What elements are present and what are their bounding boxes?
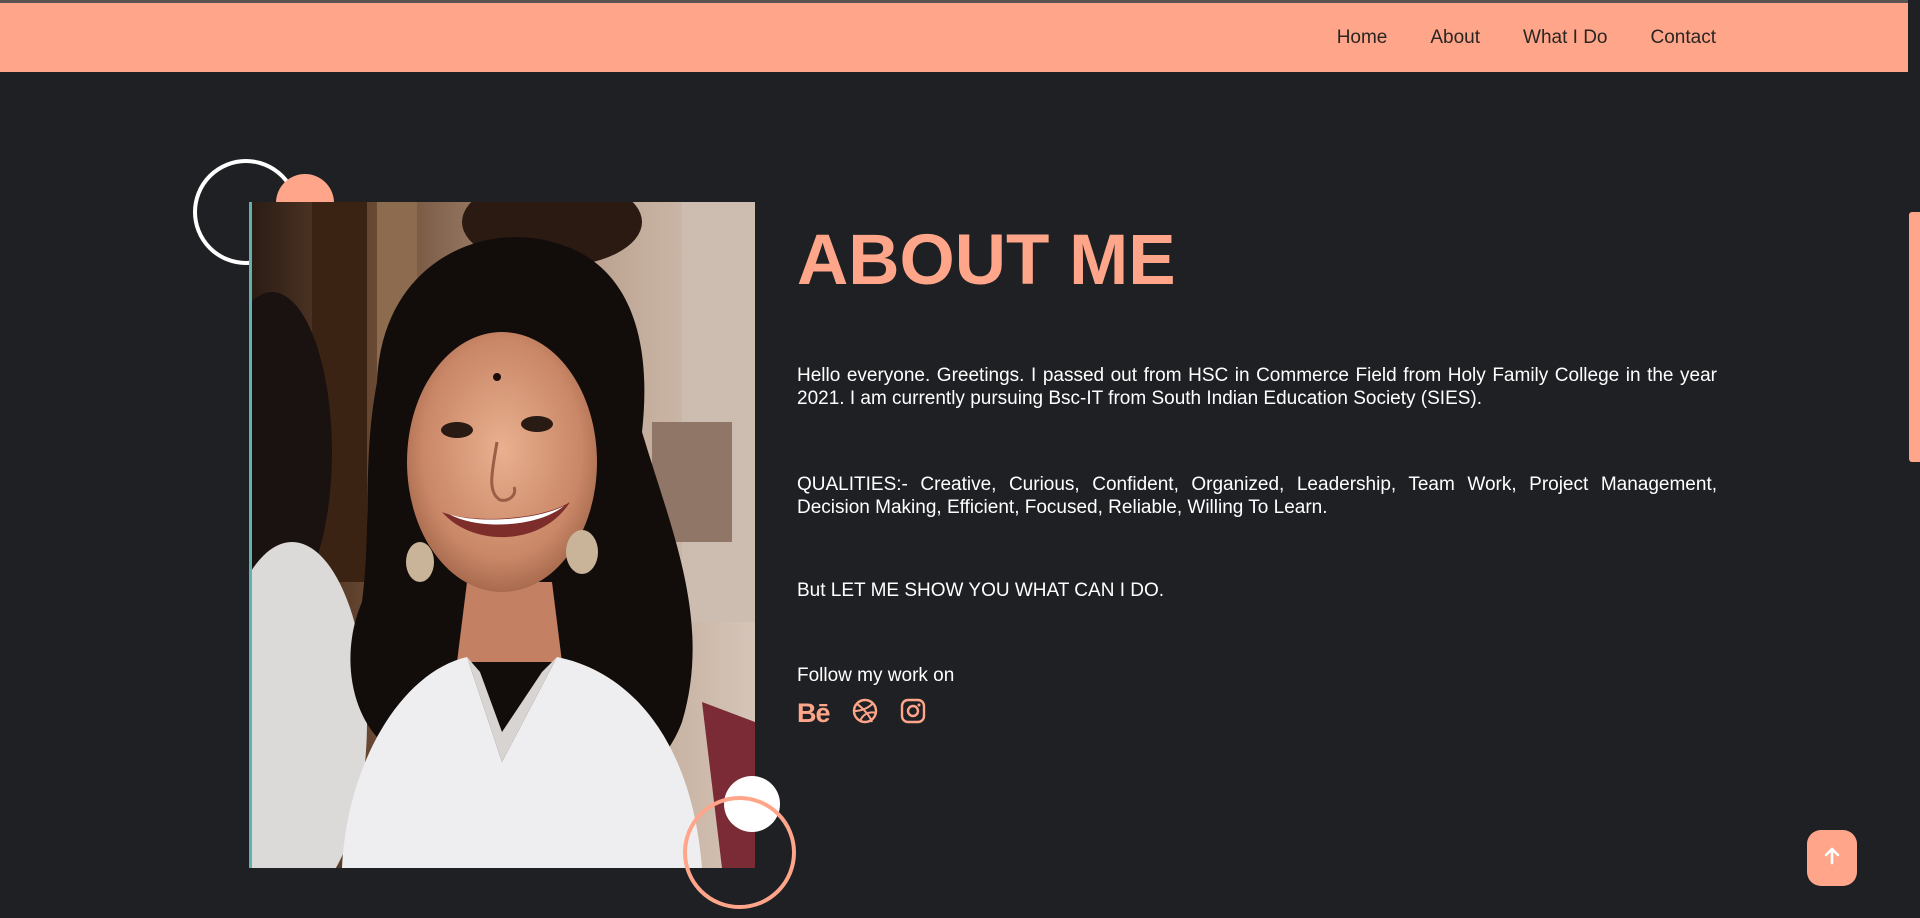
scrollbar-thumb[interactable]	[1909, 212, 1920, 462]
behance-link[interactable]: Bē	[797, 698, 831, 729]
nav-what-i-do-link[interactable]: What I Do	[1523, 27, 1607, 49]
nav-home-link[interactable]: Home	[1337, 27, 1388, 49]
dribbble-link[interactable]	[852, 698, 878, 729]
social-links: Bē	[797, 698, 926, 729]
instagram-link[interactable]	[900, 698, 926, 729]
about-intro-paragraph: Hello everyone. Greetings. I passed out …	[797, 365, 1717, 409]
page: Home About What I Do Contact ABOUT ME He…	[0, 0, 1920, 918]
scroll-to-top-button[interactable]	[1807, 830, 1857, 886]
nav-about-link[interactable]: About	[1430, 27, 1480, 49]
behance-icon: Bē	[797, 698, 831, 728]
instagram-icon	[900, 698, 926, 729]
follow-label: Follow my work on	[797, 665, 955, 686]
about-section: ABOUT ME Hello everyone. Greetings. I pa…	[797, 221, 1717, 729]
profile-photo	[249, 202, 755, 868]
about-title: ABOUT ME	[797, 221, 1176, 300]
nav-links: Home About What I Do Contact	[1337, 3, 1716, 72]
navbar: Home About What I Do Contact	[0, 3, 1908, 72]
about-qualities-paragraph: QUALITIES:- Creative, Curious, Confident…	[797, 474, 1717, 518]
decorative-ring-bottom-right	[683, 796, 796, 909]
about-cta-paragraph: But LET ME SHOW YOU WHAT CAN I DO.	[797, 580, 1165, 601]
arrow-up-icon	[1824, 847, 1840, 870]
dribbble-icon	[852, 698, 878, 729]
nav-contact-link[interactable]: Contact	[1651, 27, 1716, 49]
